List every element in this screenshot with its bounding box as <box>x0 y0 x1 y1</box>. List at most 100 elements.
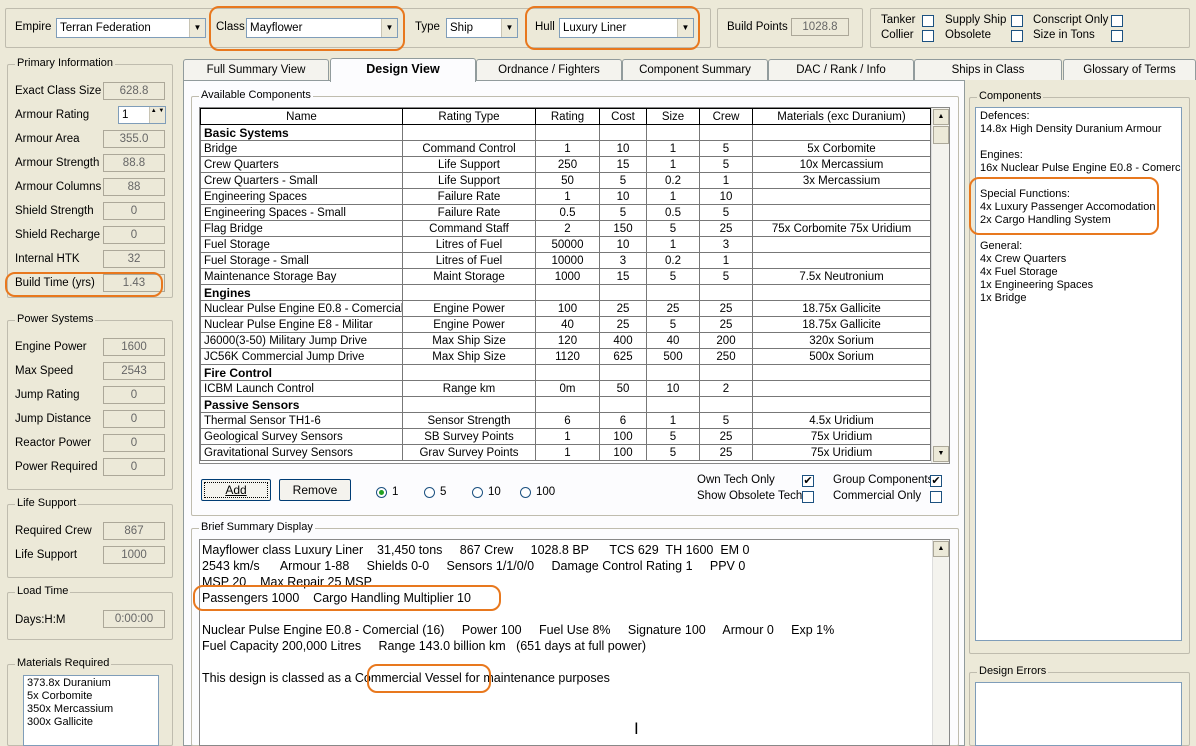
table-row[interactable]: Fuel Storage - Small Litres of Fuel 10000 3… <box>200 252 931 269</box>
class-select[interactable]: Mayflower ▼ <box>246 18 398 38</box>
empty-cell <box>752 396 931 413</box>
table-row[interactable]: Bridge Command Control 1 10 1 5 5x Corbomite <box>200 140 931 157</box>
tab-dac-rank-info[interactable]: DAC / Rank / Info <box>768 59 914 80</box>
column-header[interactable]: Materials (exc Duranium) <box>752 108 931 125</box>
table-cell: Fuel Storage <box>200 236 403 253</box>
table-cell: 5 <box>646 268 700 285</box>
hull-value: Luxury Liner <box>563 22 627 34</box>
quantity-radio-1[interactable] <box>376 487 387 498</box>
tab-ships-in-class[interactable]: Ships in Class <box>914 59 1062 80</box>
table-row[interactable]: Nuclear Pulse Engine E0.8 - Comercial Eng… <box>200 300 931 317</box>
column-header[interactable]: Crew <box>699 108 753 125</box>
category-row[interactable]: Basic Systems <box>200 124 931 141</box>
field-label: Life Support <box>15 549 78 561</box>
chevron-down-icon[interactable]: ▼ <box>501 19 517 37</box>
obsolete-checkbox[interactable] <box>1011 30 1023 42</box>
available-components-title: Available Components <box>199 89 313 101</box>
empty-cell <box>752 364 931 381</box>
table-row[interactable]: JC56K Commercial Jump Drive Max Ship Size… <box>200 348 931 365</box>
table-row[interactable]: Thermal Sensor TH1-6 Sensor Strength 6 6 1 5 4… <box>200 412 931 429</box>
show-obsolete-checkbox[interactable] <box>802 491 814 503</box>
table-cell: Crew Quarters <box>200 156 403 173</box>
table-row[interactable]: Crew Quarters Life Support 250 15 1 5 10x Merc… <box>200 156 931 173</box>
table-row[interactable]: Flag Bridge Command Staff 2 150 5 25 75x Corbo… <box>200 220 931 237</box>
group-components-checkbox[interactable]: ✔ <box>930 475 942 487</box>
quantity-radio-100[interactable] <box>520 487 531 498</box>
table-row[interactable]: Gravitational Survey Sensors Grav Survey … <box>200 444 931 461</box>
table-cell: 6 <box>599 412 647 429</box>
field-value: 0 <box>103 226 165 244</box>
tab-component-summary[interactable]: Component Summary <box>622 59 768 80</box>
tanker-checkbox[interactable] <box>922 15 934 27</box>
table-cell: Geological Survey Sensors <box>200 428 403 445</box>
table-row[interactable]: Nuclear Pulse Engine E8 - Militar Engine … <box>200 316 931 333</box>
empty-cell <box>699 284 753 301</box>
tab-ordnance-fighters[interactable]: Ordnance / Fighters <box>476 59 622 80</box>
class-label: Class <box>216 21 245 33</box>
table-cell: Fuel Storage - Small <box>200 252 403 269</box>
scroll-up-icon[interactable]: ▲ <box>933 109 949 125</box>
collier-checkbox[interactable] <box>922 30 934 42</box>
table-cell: 3 <box>699 236 753 253</box>
table-cell: 25 <box>699 220 753 237</box>
conscript-only-label: Conscript Only <box>1033 14 1109 26</box>
table-row[interactable]: ICBM Launch Control Range km 0m 50 10 2 <box>200 380 931 397</box>
chevron-down-icon[interactable]: ▼ <box>381 19 397 37</box>
life-support-group: Life Support <box>7 497 173 578</box>
size-in-tons-checkbox[interactable] <box>1111 30 1123 42</box>
scroll-thumb[interactable] <box>933 126 949 144</box>
table-row[interactable]: Engineering Spaces - Small Failure Rate 0.… <box>200 204 931 221</box>
table-cell: 200 <box>699 332 753 349</box>
brief-summary-text[interactable]: Mayflower class Luxury Liner 31,450 tons… <box>199 539 950 746</box>
commercial-only-checkbox[interactable] <box>930 491 942 503</box>
chevron-down-icon[interactable]: ▼ <box>677 19 693 37</box>
add-button[interactable]: Add <box>201 479 271 501</box>
components-title: Components <box>977 90 1044 102</box>
stepper-arrows-icon[interactable]: ▲ ▼ <box>149 107 165 123</box>
category-row[interactable]: Engines <box>200 284 931 301</box>
table-row[interactable]: J6000(3-50) Military Jump Drive Max Ship … <box>200 332 931 349</box>
summary-line: Passengers 1000 Cargo Handling Multiplie… <box>202 591 471 605</box>
table-row[interactable]: Fuel Storage Litres of Fuel 50000 10 1 3 <box>200 236 931 253</box>
column-header[interactable]: Size <box>646 108 700 125</box>
quantity-radio-5[interactable] <box>424 487 435 498</box>
category-row[interactable]: Passive Sensors <box>200 396 931 413</box>
hull-select[interactable]: Luxury Liner ▼ <box>559 18 694 38</box>
table-cell: 100 <box>535 300 600 317</box>
table-cell: 0.2 <box>646 172 700 189</box>
table-cell: 100 <box>599 428 647 445</box>
summary-scrollbar[interactable]: ▲ <box>932 540 949 745</box>
scroll-down-icon[interactable]: ▼ <box>933 446 949 462</box>
table-cell: 6 <box>535 412 600 429</box>
table-cell: Engine Power <box>402 316 536 333</box>
conscript-only-checkbox[interactable] <box>1111 15 1123 27</box>
empire-select[interactable]: Terran Federation ▼ <box>56 18 206 38</box>
scroll-up-icon[interactable]: ▲ <box>933 541 949 557</box>
table-cell <box>752 188 931 205</box>
own-tech-only-checkbox[interactable]: ✔ <box>802 475 814 487</box>
column-header[interactable]: Name <box>200 108 403 125</box>
chevron-down-icon[interactable]: ▼ <box>189 19 205 37</box>
type-select[interactable]: Ship ▼ <box>446 18 518 38</box>
build-points-label: Build Points <box>727 21 788 33</box>
table-cell: Gravitational Survey Sensors <box>200 444 403 461</box>
table-row[interactable]: Maintenance Storage Bay Maint Storage 1000… <box>200 268 931 285</box>
armour-rating-stepper[interactable]: 1 ▲ ▼ <box>118 106 166 124</box>
field-label: Reactor Power <box>15 437 92 449</box>
tab-design-view[interactable]: Design View <box>330 58 476 82</box>
table-cell: 500 <box>646 348 700 365</box>
table-row[interactable]: Geological Survey Sensors SB Survey Point… <box>200 428 931 445</box>
column-header[interactable]: Rating Type <box>402 108 536 125</box>
quantity-radio-10[interactable] <box>472 487 483 498</box>
column-header[interactable]: Rating <box>535 108 600 125</box>
tab-full-summary-view[interactable]: Full Summary View <box>183 59 329 80</box>
column-header[interactable]: Cost <box>599 108 647 125</box>
table-row[interactable]: Crew Quarters - Small Life Support 50 5 0.2 1… <box>200 172 931 189</box>
table-cell: 1 <box>646 140 700 157</box>
supply-ship-checkbox[interactable] <box>1011 15 1023 27</box>
tab-glossary-of-terms[interactable]: Glossary of Terms <box>1063 59 1196 80</box>
remove-button[interactable]: Remove <box>279 479 351 501</box>
category-row[interactable]: Fire Control <box>200 364 931 381</box>
table-row[interactable]: Engineering Spaces Failure Rate 1 10 1 10 <box>200 188 931 205</box>
table-scrollbar[interactable]: ▲ ▼ <box>931 108 949 463</box>
